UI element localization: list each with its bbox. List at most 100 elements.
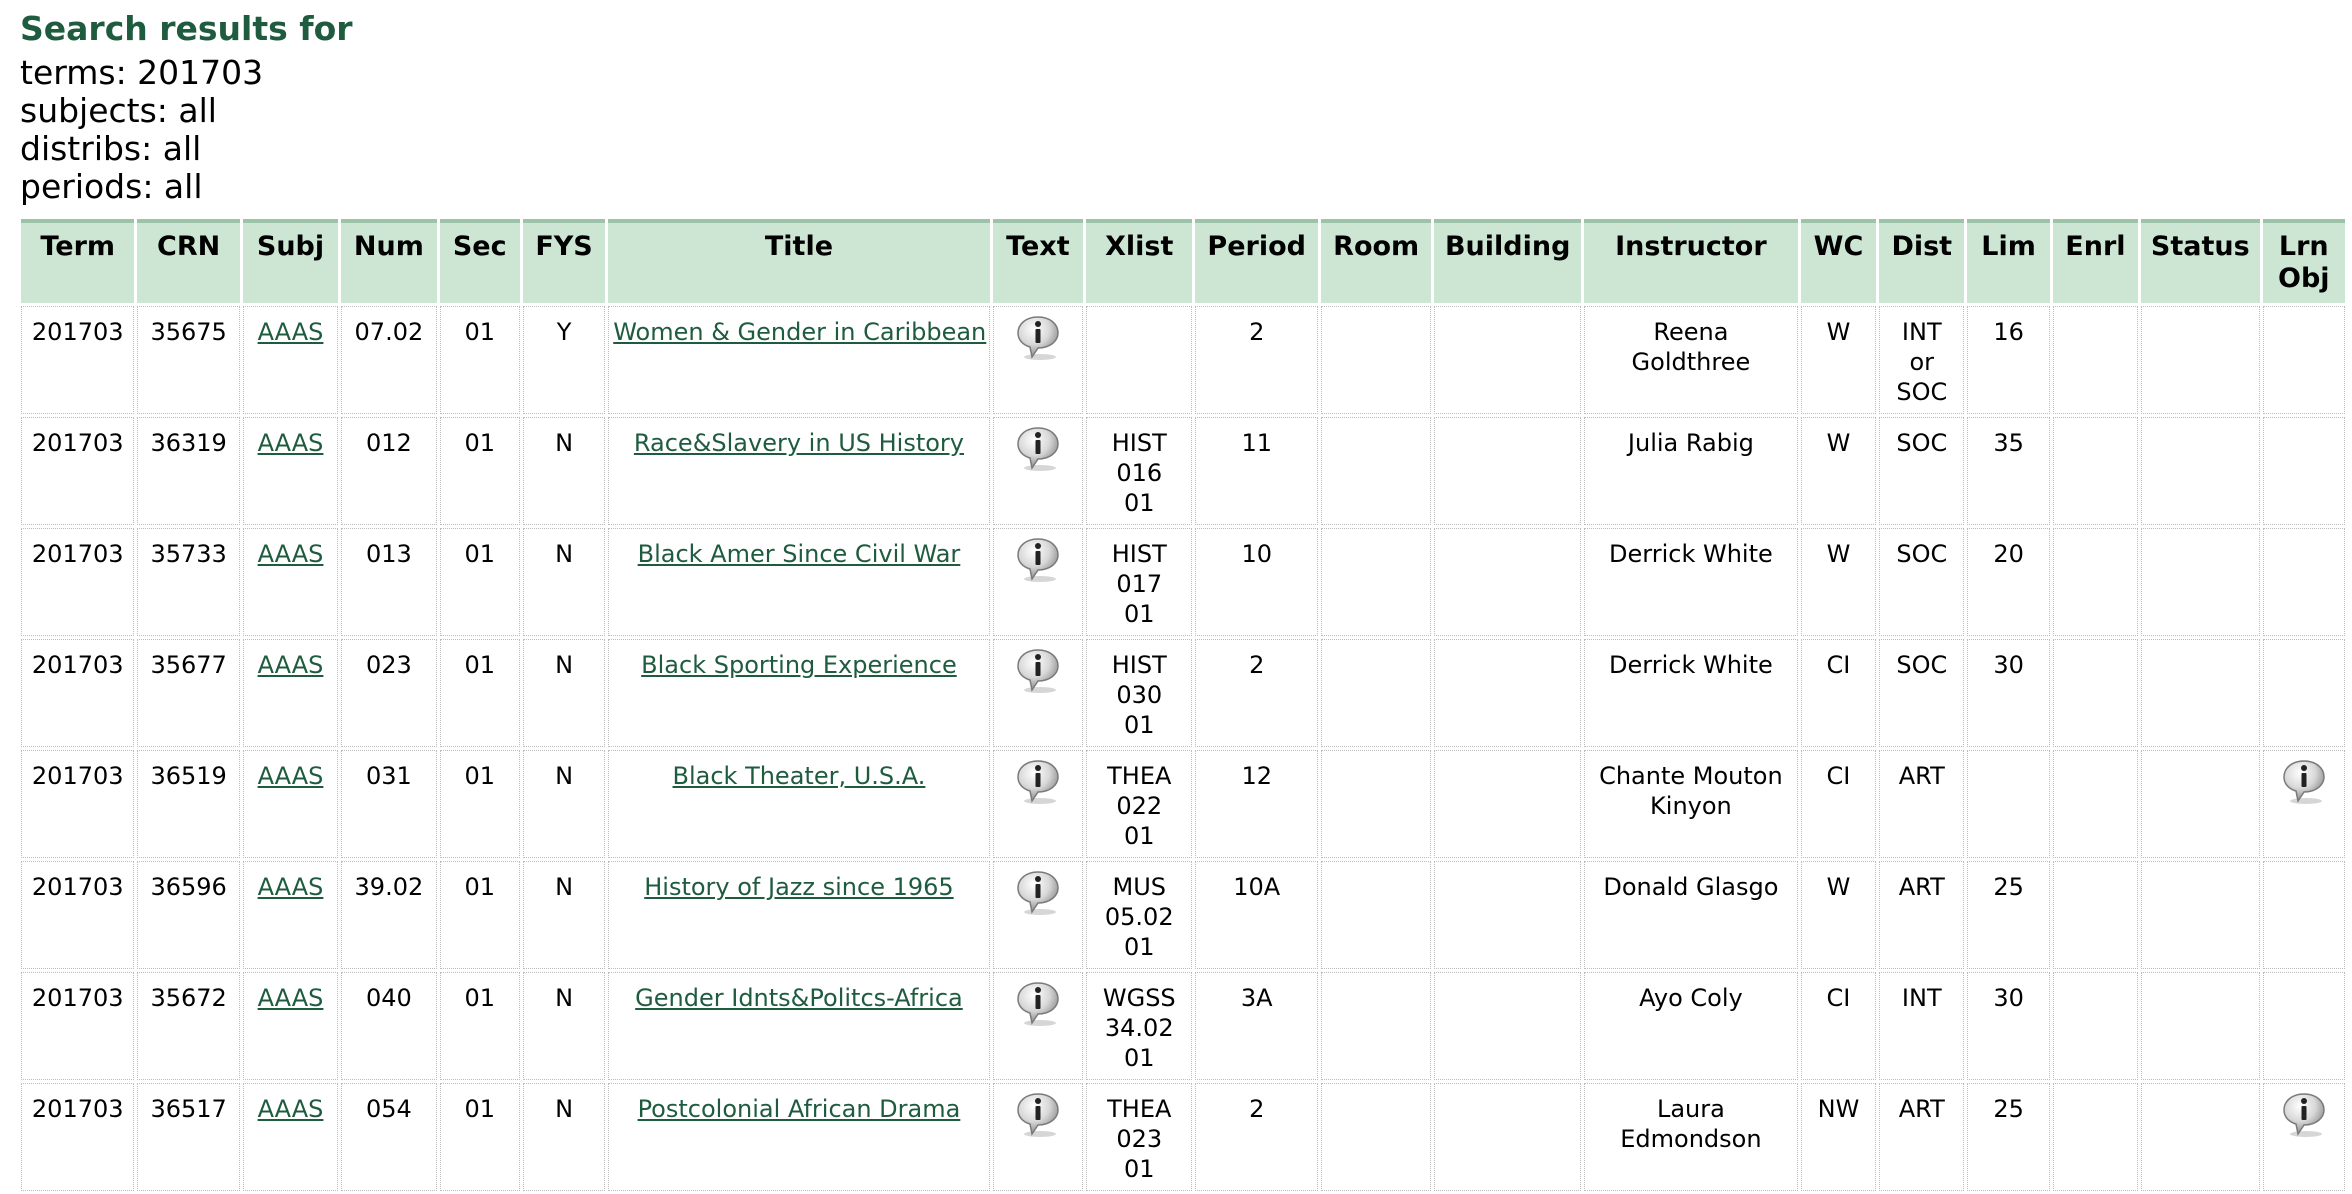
- subject-link[interactable]: AAAS: [258, 429, 324, 457]
- info-icon[interactable]: [1013, 424, 1063, 474]
- room-cell: [1320, 639, 1432, 747]
- fys-cell: N: [522, 639, 606, 747]
- instructor-cell: Derrick White: [1583, 639, 1798, 747]
- course-title-link[interactable]: Race&Slavery in US History: [634, 429, 964, 457]
- results-table: Term CRN Subj Num Sec FYS Title Text Xlist Period…: [18, 216, 2348, 1194]
- table-row: 201703 36519 AAAS 031 01 N Black Theater, U.S.…: [21, 750, 2345, 858]
- criteria-periods: periods: all: [20, 167, 203, 206]
- instructor-cell-line: Reena: [1653, 318, 1729, 346]
- dist-cell-line: ART: [1898, 873, 1945, 901]
- lrn-obj-cell: [2262, 1083, 2345, 1191]
- dist-cell: ART: [1879, 750, 1965, 858]
- xlist-cell-line: HIST: [1111, 540, 1167, 568]
- info-icon[interactable]: [2279, 1090, 2329, 1140]
- subject-link[interactable]: AAAS: [258, 873, 324, 901]
- info-icon[interactable]: [1013, 646, 1063, 696]
- wc-cell: CI: [1800, 639, 1877, 747]
- term-cell: 201703: [21, 417, 135, 525]
- xlist-cell: MUS 05.02 01: [1086, 861, 1193, 969]
- num-cell: 031: [341, 750, 437, 858]
- instructor-cell-line: Goldthree: [1631, 348, 1751, 376]
- xlist-cell: HIST 016 01: [1086, 417, 1193, 525]
- page-title: Search results for: [20, 9, 353, 48]
- course-title-link[interactable]: Black Amer Since Civil War: [638, 540, 961, 568]
- title-cell: Race&Slavery in US History: [608, 417, 990, 525]
- room-cell: [1320, 1083, 1432, 1191]
- column-header-xlist: Xlist: [1086, 219, 1193, 303]
- header-row: Term CRN Subj Num Sec FYS Title Text Xlist Period…: [21, 219, 2345, 303]
- course-title-link[interactable]: Gender Idnts&Politcs-Africa: [635, 984, 963, 1012]
- title-cell: Women & Gender in Caribbean: [608, 306, 990, 414]
- column-header-status: Status: [2141, 219, 2260, 303]
- column-header-term: Term: [21, 219, 135, 303]
- xlist-cell-line: 023: [1116, 1125, 1163, 1153]
- info-icon[interactable]: [1013, 757, 1063, 807]
- subject-link[interactable]: AAAS: [258, 318, 324, 346]
- course-title-link[interactable]: Black Sporting Experience: [641, 651, 957, 679]
- dist-cell-line: SOC: [1896, 429, 1948, 457]
- course-title-link[interactable]: Women & Gender in Caribbean: [613, 318, 986, 346]
- table-row: 201703 36517 AAAS 054 01 N Postcolonial Africa…: [21, 1083, 2345, 1191]
- course-title-link[interactable]: Black Theater, U.S.A.: [673, 762, 926, 790]
- text-cell: [992, 861, 1084, 969]
- lim-cell: [1967, 750, 2050, 858]
- term-cell: 201703: [21, 1083, 135, 1191]
- results-body: 201703 35675 AAAS 07.02 01 Y Women & Gender in…: [21, 306, 2345, 1191]
- table-row: 201703 35672 AAAS 040 01 N Gender Idnts&Politc…: [21, 972, 2345, 1080]
- sec-cell: 01: [439, 972, 520, 1080]
- xlist-cell-line: THEA: [1107, 762, 1172, 790]
- lrn-obj-cell: [2262, 972, 2345, 1080]
- dist-cell-line: ART: [1898, 762, 1945, 790]
- info-icon[interactable]: [1013, 313, 1063, 363]
- xlist-cell: [1086, 306, 1193, 414]
- sec-cell: 01: [439, 528, 520, 636]
- building-cell: [1434, 972, 1581, 1080]
- building-cell: [1434, 861, 1581, 969]
- info-icon[interactable]: [1013, 979, 1063, 1029]
- subject-link[interactable]: AAAS: [258, 762, 324, 790]
- xlist-cell-line: 34.02: [1104, 1014, 1174, 1042]
- xlist-cell-line: 05.02: [1104, 903, 1174, 931]
- dist-cell-line: SOC: [1896, 651, 1948, 679]
- info-icon[interactable]: [1013, 1090, 1063, 1140]
- num-cell: 07.02: [341, 306, 437, 414]
- column-header-text: Text: [992, 219, 1084, 303]
- wc-cell: NW: [1800, 1083, 1877, 1191]
- dist-cell-line: INT: [1901, 984, 1942, 1012]
- crn-cell: 35677: [137, 639, 240, 747]
- lrn-obj-cell: [2262, 417, 2345, 525]
- status-cell: [2141, 528, 2260, 636]
- xlist-cell-line: 016: [1116, 459, 1163, 487]
- dist-cell: SOC: [1879, 639, 1965, 747]
- title-cell: Black Sporting Experience: [608, 639, 990, 747]
- wc-cell: W: [1800, 306, 1877, 414]
- wc-cell: W: [1800, 861, 1877, 969]
- building-cell: [1434, 528, 1581, 636]
- course-title-link[interactable]: Postcolonial African Drama: [638, 1095, 961, 1123]
- table-row: 201703 36319 AAAS 012 01 N Race&Slavery in US …: [21, 417, 2345, 525]
- crn-cell: 36319: [137, 417, 240, 525]
- status-cell: [2141, 306, 2260, 414]
- building-cell: [1434, 306, 1581, 414]
- course-title-link[interactable]: History of Jazz since 1965: [644, 873, 953, 901]
- search-results-page: Search results for terms: 201703 subject…: [0, 0, 2352, 1194]
- enrl-cell: [2052, 972, 2139, 1080]
- xlist-cell-line: HIST: [1111, 651, 1167, 679]
- table-row: 201703 35675 AAAS 07.02 01 Y Women & Gender in…: [21, 306, 2345, 414]
- info-icon[interactable]: [1013, 535, 1063, 585]
- enrl-cell: [2052, 639, 2139, 747]
- subject-link[interactable]: AAAS: [258, 1095, 324, 1123]
- info-icon[interactable]: [2279, 757, 2329, 807]
- text-cell: [992, 972, 1084, 1080]
- table-row: 201703 35733 AAAS 013 01 N Black Amer Since Ci…: [21, 528, 2345, 636]
- info-icon[interactable]: [1013, 868, 1063, 918]
- xlist-cell: THEA 022 01: [1086, 750, 1193, 858]
- subject-link[interactable]: AAAS: [258, 540, 324, 568]
- subject-link[interactable]: AAAS: [258, 984, 324, 1012]
- xlist-cell: THEA 023 01: [1086, 1083, 1193, 1191]
- subject-link[interactable]: AAAS: [258, 651, 324, 679]
- subj-cell: AAAS: [242, 306, 339, 414]
- building-cell: [1434, 417, 1581, 525]
- table-row: 201703 36596 AAAS 39.02 01 N History of Jazz s…: [21, 861, 2345, 969]
- building-cell: [1434, 1083, 1581, 1191]
